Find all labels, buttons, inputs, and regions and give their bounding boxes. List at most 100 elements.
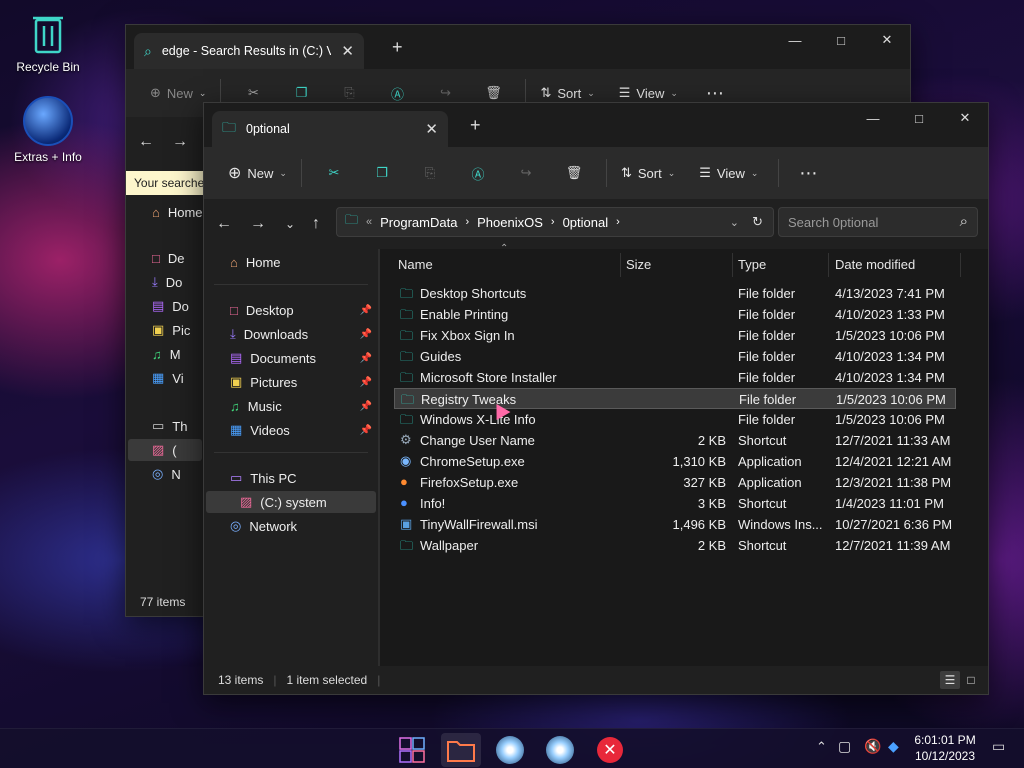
file-row[interactable]: 🗀 Guides File folder 4/10/2023 1:34 PM <box>394 346 956 367</box>
file-row[interactable]: ◉ ChromeSetup.exe 1,310 KB Application 12/4/… <box>394 451 956 472</box>
nav-desktop[interactable]: □ De <box>128 247 202 269</box>
music-icon: ♫ <box>230 398 240 414</box>
forward-arrow-icon[interactable]: → <box>244 211 272 237</box>
file-row[interactable]: ● Info! 3 KB Shortcut 1/4/2023 11:01 PM <box>394 493 956 514</box>
file-row[interactable]: 🗀 Registry Tweaks File folder 1/5/2023 10:0… <box>394 388 956 409</box>
file-date: 1/5/2023 10:06 PM <box>836 392 946 407</box>
desktop-icon-extras-info[interactable]: Extras + Info <box>0 96 96 164</box>
share-icon[interactable]: ↪ <box>502 156 550 190</box>
nav-videos[interactable]: ▦ Vi <box>128 367 202 389</box>
back-arrow-icon[interactable]: ← <box>132 129 160 155</box>
nav-music[interactable]: ♫ Music 📌 <box>206 395 376 417</box>
taskbar-file-explorer[interactable] <box>441 733 481 767</box>
chevron-down-icon: ⌄ <box>750 167 759 178</box>
desktop-icon-recycle-bin[interactable]: Recycle Bin <box>0 10 96 74</box>
new-button[interactable]: ⊕ New ⌄ <box>222 156 293 190</box>
tab-optional[interactable]: 🗀 0ptional ✕ <box>212 111 448 147</box>
nav-documents[interactable]: ▤ Do <box>128 295 202 317</box>
maximize-button[interactable]: □ <box>896 103 942 133</box>
tab-search-results[interactable]: ⌕ edge - Search Results in (C:) V ✕ <box>134 33 364 69</box>
column-divider[interactable] <box>732 253 733 277</box>
refresh-icon[interactable]: ↻ <box>752 214 763 230</box>
breadcrumb-item[interactable]: ProgramData <box>380 215 457 230</box>
start-button[interactable] <box>392 733 432 767</box>
network-tray-icon[interactable]: ▢ <box>838 738 851 755</box>
recent-locations-icon[interactable]: ⌄ <box>276 211 304 237</box>
nav-drive-c[interactable]: ▨ (C:) system <box>206 491 376 513</box>
nav-documents[interactable]: ▤ Documents 📌 <box>206 347 376 369</box>
minimize-button[interactable]: — <box>772 25 818 55</box>
column-divider[interactable] <box>960 253 961 277</box>
column-divider[interactable] <box>828 253 829 277</box>
rename-icon[interactable]: Ⓐ <box>454 156 502 190</box>
maximize-button[interactable]: □ <box>818 25 864 55</box>
column-header-date[interactable]: Date modified <box>835 249 955 279</box>
breadcrumb-item[interactable]: PhoenixOS <box>477 215 543 230</box>
column-header-type[interactable]: Type <box>738 249 828 279</box>
volume-muted-icon[interactable]: 🔇 <box>864 738 881 755</box>
nav-drive[interactable]: ▨( <box>128 439 202 461</box>
up-arrow-icon[interactable]: ↑ <box>302 211 330 237</box>
clock[interactable]: 6:01:01 PM 10/12/2023 <box>912 732 978 764</box>
file-row[interactable]: ⚙ Change User Name 2 KB Shortcut 12/7/2021 1… <box>394 430 956 451</box>
taskbar-app-2[interactable] <box>540 733 580 767</box>
nav-network[interactable]: ◎ Network <box>206 515 376 537</box>
file-row[interactable]: 🗀 Wallpaper 2 KB Shortcut 12/7/2021 11:39 AM <box>394 535 956 556</box>
notification-icon[interactable]: ▭ <box>992 738 1005 755</box>
search-input[interactable]: Search 0ptional ⌕ <box>778 207 978 237</box>
nav-downloads[interactable]: ⤓ Do <box>128 271 202 293</box>
close-tab-icon[interactable]: ✕ <box>341 42 354 60</box>
delete-icon[interactable]: 🗑 <box>550 156 598 190</box>
paste-icon[interactable]: ⎘ <box>406 156 454 190</box>
nav-home[interactable]: ⌂ Home <box>128 201 203 223</box>
column-header-size[interactable]: Size <box>626 249 726 279</box>
tiles-view-icon[interactable]: □ <box>962 671 980 689</box>
taskbar-app-3[interactable]: ✕ <box>590 733 630 767</box>
column-header-name[interactable]: Name <box>398 249 618 279</box>
breadcrumb-item[interactable]: 0ptional <box>563 215 609 230</box>
nav-pictures[interactable]: ▣ Pic <box>128 319 202 341</box>
details-view-icon[interactable]: ☰ <box>940 671 960 689</box>
column-divider[interactable] <box>620 253 621 277</box>
nav-videos[interactable]: ▦ Videos 📌 <box>206 419 376 441</box>
address-dropdown-icon[interactable]: ⌄ <box>730 216 739 229</box>
file-row[interactable]: ▣ TinyWallFirewall.msi 1,496 KB Windows Ins… <box>394 514 956 535</box>
security-icon[interactable]: ◆ <box>888 738 899 755</box>
file-row[interactable]: 🗀 Microsoft Store Installer File folder 4/1… <box>394 367 956 388</box>
breadcrumb[interactable]: 🗀 « ProgramData › PhoenixOS › 0ptional ›… <box>336 207 774 237</box>
view-button[interactable]: ☰ View ⌄ <box>693 156 764 190</box>
close-button[interactable]: ✕ <box>864 25 910 55</box>
file-row[interactable]: 🗀 Desktop Shortcuts File folder 4/13/2023 7… <box>394 283 956 304</box>
file-size: 1,310 KB <box>672 454 727 469</box>
nav-this-pc[interactable]: ▭ Th <box>128 415 202 437</box>
nav-downloads[interactable]: ⤓ Downloads 📌 <box>206 323 376 345</box>
nav-home[interactable]: ⌂ Home <box>206 251 376 273</box>
file-row[interactable]: ● FirefoxSetup.exe 327 KB Application 12/3/2… <box>394 472 956 493</box>
nav-desktop[interactable]: □ Desktop 📌 <box>206 299 376 321</box>
nav-pictures[interactable]: ▣ Pictures 📌 <box>206 371 376 393</box>
overflow-chevron-icon[interactable]: « <box>366 216 372 228</box>
nav-this-pc[interactable]: ▭ This PC <box>206 467 376 489</box>
file-type: Shortcut <box>738 496 787 511</box>
new-tab-button[interactable]: + <box>392 37 403 58</box>
nav-music[interactable]: ♫ M <box>128 343 202 365</box>
more-options-button[interactable]: ⋯ <box>793 156 823 190</box>
file-row[interactable]: 🗀 Fix Xbox Sign In File folder 1/5/2023 10:… <box>394 325 956 346</box>
title-bar: 🗀 0ptional ✕ + — □ ✕ <box>204 103 988 147</box>
file-row[interactable]: 🗀 Enable Printing File folder 4/10/2023 1:3… <box>394 304 956 325</box>
back-arrow-icon[interactable]: ← <box>210 211 238 237</box>
close-tab-icon[interactable]: ✕ <box>425 120 438 138</box>
sort-button[interactable]: ⇅ Sort ⌄ <box>615 156 681 190</box>
cut-icon[interactable]: ✂ <box>310 156 358 190</box>
copy-icon[interactable]: ❐ <box>358 156 406 190</box>
minimize-button[interactable]: — <box>850 103 896 133</box>
forward-arrow-icon[interactable]: → <box>166 129 194 155</box>
show-hidden-icons-icon[interactable]: ⌃ <box>816 739 827 755</box>
explorer-window[interactable]: 🗀 0ptional ✕ + — □ ✕ ⊕ New ⌄ ✂ ❐ ⎘ Ⓐ ↪ 🗑… <box>203 102 989 695</box>
taskbar-app-1[interactable] <box>490 733 530 767</box>
nav-network[interactable]: ◎ N <box>128 463 202 485</box>
file-size: 1,496 KB <box>672 517 727 532</box>
close-button[interactable]: ✕ <box>942 103 988 133</box>
new-tab-button[interactable]: + <box>470 115 481 136</box>
file-row[interactable]: 🗀 Windows X-Lite Info File folder 1/5/2023 … <box>394 409 956 430</box>
